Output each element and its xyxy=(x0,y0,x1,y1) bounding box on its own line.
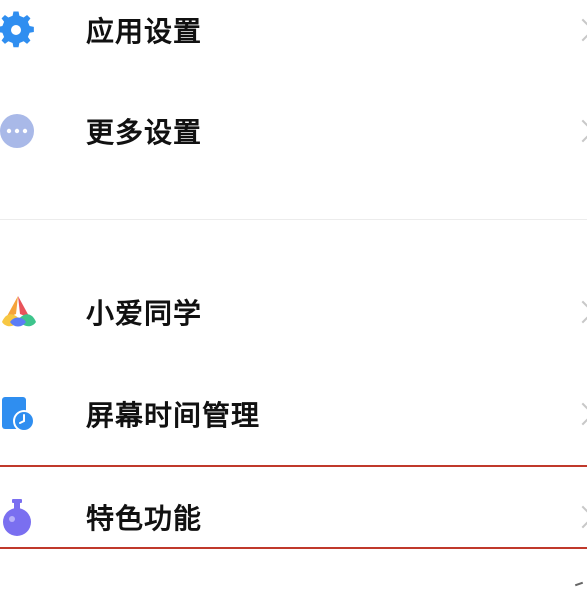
settings-item-label: 更多设置 xyxy=(86,116,203,149)
settings-item-label: 屏幕时间管理 xyxy=(86,399,261,432)
chevron-right-icon xyxy=(571,300,587,324)
settings-item-label: 小爱同学 xyxy=(86,297,203,330)
corner-mark xyxy=(574,581,584,587)
more-dots-icon xyxy=(0,111,40,151)
flask-icon xyxy=(0,497,40,537)
settings-item-more-settings[interactable]: 更多设置 xyxy=(0,91,587,171)
section-divider xyxy=(0,219,587,220)
chevron-right-icon xyxy=(571,402,587,426)
settings-item-label: 特色功能 xyxy=(86,502,203,535)
gear-icon xyxy=(0,10,40,50)
settings-item-special-features[interactable]: 特色功能 xyxy=(0,477,587,557)
settings-item-app-settings[interactable]: 应用设置 xyxy=(0,0,587,70)
chevron-right-icon xyxy=(571,18,587,42)
chevron-right-icon xyxy=(571,119,587,143)
screen-time-icon xyxy=(0,394,40,434)
settings-item-screen-time[interactable]: 屏幕时间管理 xyxy=(0,374,587,454)
settings-item-xiaoai[interactable]: 小爱同学 xyxy=(0,272,587,352)
settings-item-label: 应用设置 xyxy=(86,15,203,48)
xiaoai-icon xyxy=(0,292,40,332)
chevron-right-icon xyxy=(571,505,587,529)
